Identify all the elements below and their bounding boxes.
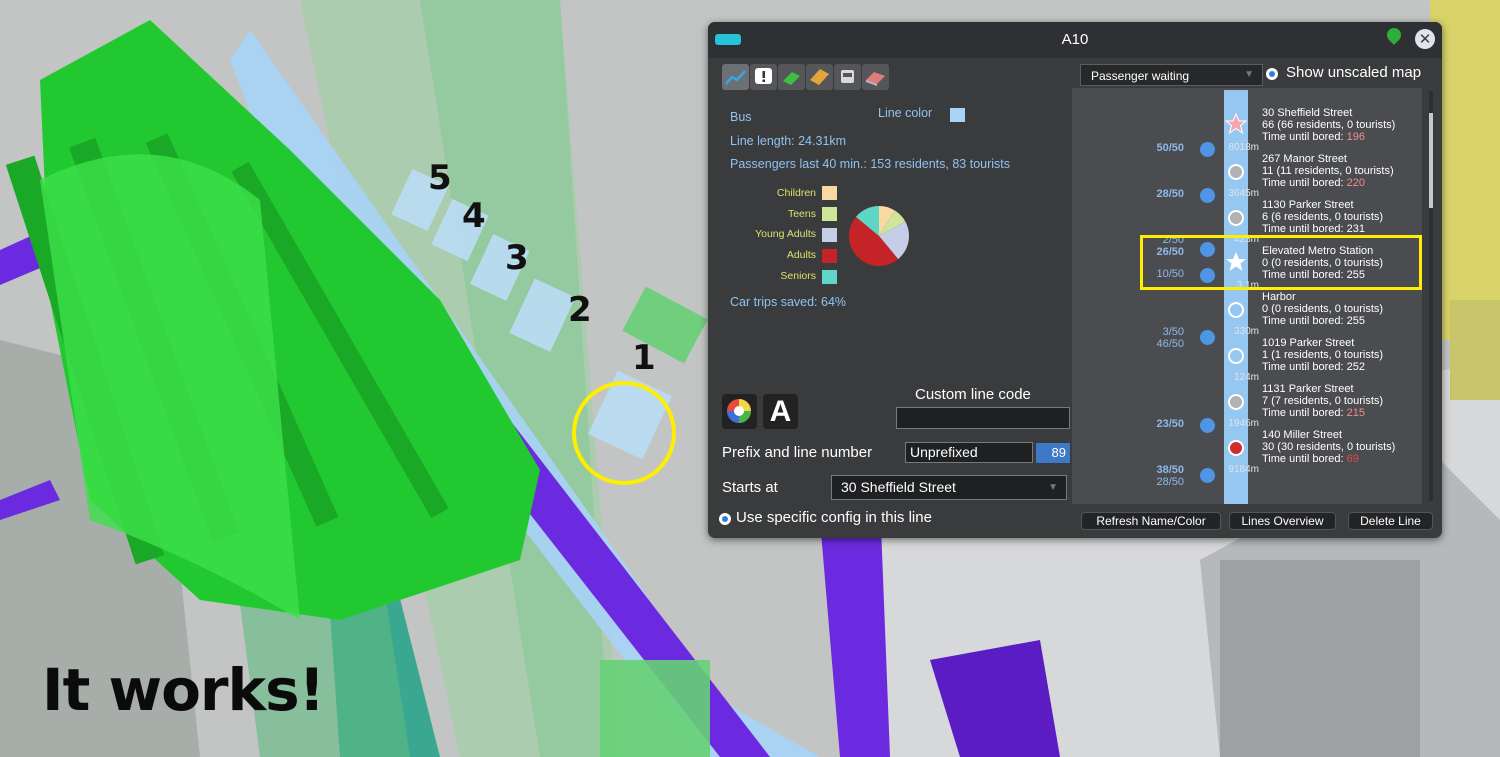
stop-detail: 1 (1 residents, 0 tourists) (1262, 349, 1384, 361)
stop-marker[interactable] (1228, 440, 1244, 456)
vehicle-marker[interactable] (1200, 188, 1215, 203)
vehicle-marker[interactable] (1200, 142, 1215, 157)
label-number-2: 2 (568, 290, 592, 330)
show-unscaled-radio[interactable] (1266, 68, 1278, 80)
stop-name: 1019 Parker Street (1262, 337, 1355, 349)
chevron-down-icon: ▼ (1244, 69, 1254, 80)
stop-name: Harbor (1262, 291, 1296, 303)
stop-detail: 0 (0 residents, 0 tourists) (1262, 303, 1384, 315)
vehicle-marker[interactable] (1200, 330, 1215, 345)
lines-overview-button[interactable]: Lines Overview (1229, 512, 1336, 530)
map-mode-value: Passenger waiting (1091, 69, 1190, 83)
show-unscaled-label[interactable]: Show unscaled map (1286, 64, 1421, 81)
money-icon[interactable] (778, 64, 805, 90)
vehicle-load[interactable]: 28/50 (1132, 476, 1184, 488)
custom-line-code-label: Custom line code (915, 386, 1031, 403)
age-label-children: Children (776, 187, 816, 199)
age-label-adults: Adults (786, 249, 816, 261)
starts-at-label: Starts at (722, 479, 778, 496)
age-swatch-teens (822, 207, 837, 221)
refresh-name-color-button[interactable]: Refresh Name/Color (1081, 512, 1221, 530)
label-number-4: 4 (462, 196, 486, 236)
stop-detail: 6 (6 residents, 0 tourists) (1262, 211, 1384, 223)
panel-title: A10 (1061, 31, 1089, 48)
use-config-radio[interactable] (719, 513, 731, 525)
use-config-label[interactable]: Use specific config in this line (736, 509, 932, 526)
stop-marker[interactable] (1228, 348, 1244, 364)
map-scrollbar-thumb[interactable] (1429, 113, 1433, 208)
age-swatch-adults (822, 249, 837, 263)
stop-bored: Time until bored: 231 (1262, 223, 1365, 235)
age-label-seniors: Seniors (780, 270, 816, 282)
age-swatch-children (822, 186, 837, 200)
close-icon[interactable]: ✕ (1415, 29, 1435, 49)
stop-marker[interactable] (1228, 210, 1244, 226)
alert-icon[interactable] (750, 64, 777, 90)
stop-detail: 30 (30 residents, 0 tourists) (1262, 441, 1396, 453)
age-label-young-adults: Young Adults (755, 228, 816, 240)
stop-marker[interactable] (1228, 302, 1244, 318)
stop-name: 140 Miller Street (1262, 429, 1343, 441)
label-number-1: 1 (632, 338, 656, 378)
line-number-input[interactable]: 89 (1036, 443, 1070, 463)
segment-distance: 124m (1233, 372, 1259, 383)
stop-bored: Time until bored: 69 (1262, 453, 1359, 465)
vehicle-load[interactable]: 46/50 (1132, 338, 1184, 350)
vehicle-load[interactable]: 23/50 (1132, 418, 1184, 430)
stop-bored: Time until bored: 255 (1262, 315, 1365, 327)
stop-name: 1131 Parker Street (1262, 383, 1354, 395)
vehicle-load[interactable]: 50/50 (1132, 142, 1184, 154)
line-color-swatch[interactable] (950, 108, 965, 122)
stop-name: 267 Manor Street (1262, 153, 1347, 165)
chart-icon[interactable] (722, 64, 749, 90)
starts-at-select[interactable]: 30 Sheffield Street ▼ (831, 475, 1067, 500)
passengers-count: Passengers last 40 min.: 153 residents, … (730, 157, 1011, 171)
line-color-label: Line color (878, 106, 933, 120)
vehicle-load[interactable]: 38/50 (1132, 464, 1184, 476)
age-pie-chart (849, 206, 909, 266)
car-trips-saved: Car trips saved: 64% (730, 295, 847, 309)
starts-at-value: 30 Sheffield Street (841, 479, 956, 495)
color-wheel-icon[interactable] (722, 394, 757, 429)
stop-marker[interactable] (1228, 394, 1244, 410)
stop-marker[interactable] (1228, 164, 1244, 180)
map-mode-select[interactable]: Passenger waiting ▼ (1080, 64, 1263, 86)
custom-line-code-input[interactable] (896, 407, 1070, 429)
stop-bored: Time until bored: 215 (1262, 407, 1365, 419)
line-length: Line length: 24.31km (730, 134, 847, 148)
age-swatch-young-adults (822, 228, 837, 242)
stop-bored: Time until bored: 196 (1262, 131, 1365, 143)
stop-bored: Time until bored: 220 (1262, 177, 1365, 189)
label-number-3: 3 (505, 238, 529, 278)
vehicle-load[interactable]: 28/50 (1132, 188, 1184, 200)
vehicle-marker[interactable] (1200, 468, 1215, 483)
stop-name: 30 Sheffield Street (1262, 107, 1353, 119)
vehicle-icon[interactable] (834, 64, 861, 90)
stop-detail: 66 (66 residents, 0 tourists) (1262, 119, 1396, 131)
highlight-box (1140, 235, 1422, 290)
line-type: Bus (730, 110, 752, 124)
vehicle-marker[interactable] (1200, 418, 1215, 433)
eraser-icon[interactable] (862, 64, 889, 90)
stop-bored: Time until bored: 252 (1262, 361, 1365, 373)
stop-detail: 7 (7 residents, 0 tourists) (1262, 395, 1384, 407)
age-label-teens: Teens (787, 208, 816, 220)
stop-detail: 11 (11 residents, 0 tourists) (1262, 165, 1394, 177)
stop-name: 1130 Parker Street (1262, 199, 1354, 211)
vehicle-load[interactable]: 3/50 (1132, 326, 1184, 338)
line-info-panel: A10 ✕ Bus Line color Line length: 24.31k… (708, 22, 1442, 538)
label-number-5: 5 (428, 158, 452, 198)
ticket-icon[interactable] (806, 64, 833, 90)
panel-titlebar[interactable]: A10 ✕ (708, 22, 1442, 58)
caption-it-works: It works! (42, 656, 325, 724)
prefix-label: Prefix and line number (722, 444, 873, 461)
prefix-input[interactable]: Unprefixed (905, 442, 1033, 463)
line-map: 30 Sheffield Street 66 (66 residents, 0 … (1072, 88, 1433, 504)
chevron-down-icon: ▼ (1048, 482, 1058, 493)
text-style-icon[interactable]: A (763, 394, 798, 429)
delete-line-button[interactable]: Delete Line (1348, 512, 1433, 530)
terminal-star-icon (1225, 113, 1247, 135)
age-swatch-seniors (822, 270, 837, 284)
